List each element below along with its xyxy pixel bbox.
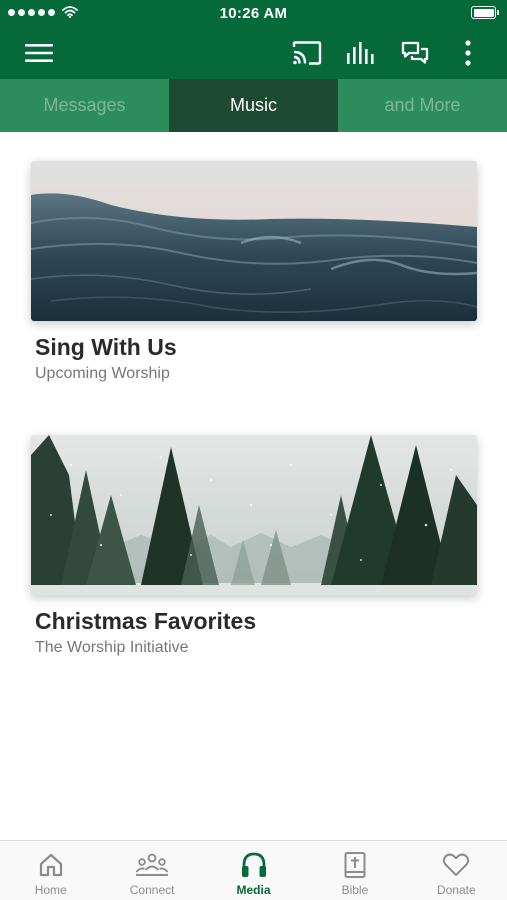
headphones-icon	[241, 852, 266, 877]
status-time: 10:26 AM	[219, 5, 288, 22]
more-vertical-icon	[465, 39, 471, 66]
nav-label: Media	[236, 883, 271, 897]
menu-button[interactable]	[18, 26, 60, 79]
tab-and-more[interactable]: and More	[338, 79, 507, 132]
cast-icon	[292, 40, 322, 65]
nav-label: Bible	[341, 883, 369, 897]
battery-icon	[471, 6, 499, 19]
card-title[interactable]: Christmas Favorites	[35, 608, 477, 635]
media-card[interactable]: Sing With Us Upcoming Worship	[31, 161, 477, 383]
tab-bar: Messages Music and More	[0, 79, 507, 132]
card-image-ocean[interactable]	[31, 161, 477, 321]
card-subtitle: The Worship Initiative	[35, 639, 189, 656]
nav-connect[interactable]: Connect	[101, 841, 202, 900]
people-icon	[135, 853, 169, 876]
tab-messages[interactable]: Messages	[0, 79, 169, 132]
nav-home[interactable]: Home	[0, 841, 101, 900]
bottom-nav: Home Connect Media Bible Donate	[0, 840, 507, 900]
cast-button[interactable]	[286, 26, 328, 79]
hamburger-icon	[25, 43, 53, 62]
chat-icon	[401, 41, 429, 64]
nav-media[interactable]: Media	[203, 841, 304, 900]
app-bar	[0, 26, 507, 79]
card-title[interactable]: Sing With Us	[35, 334, 477, 361]
status-bar: 10:26 AM	[0, 0, 507, 26]
bible-icon	[344, 852, 366, 878]
chat-button[interactable]	[394, 26, 436, 79]
home-icon	[39, 853, 62, 877]
heart-icon	[443, 853, 470, 876]
equalizer-button[interactable]	[340, 26, 382, 79]
media-card[interactable]: Christmas Favorites The Worship Initiati…	[31, 435, 477, 657]
card-image-forest[interactable]	[31, 435, 477, 595]
nav-label: Connect	[129, 883, 175, 897]
tab-music[interactable]: Music	[169, 79, 338, 132]
nav-bible[interactable]: Bible	[304, 841, 405, 900]
card-subtitle: Upcoming Worship	[35, 365, 170, 382]
nav-label: Home	[34, 883, 67, 897]
nav-label: Donate	[436, 883, 476, 897]
equalizer-icon	[347, 41, 374, 64]
nav-donate[interactable]: Donate	[406, 841, 507, 900]
more-button[interactable]	[450, 26, 486, 79]
